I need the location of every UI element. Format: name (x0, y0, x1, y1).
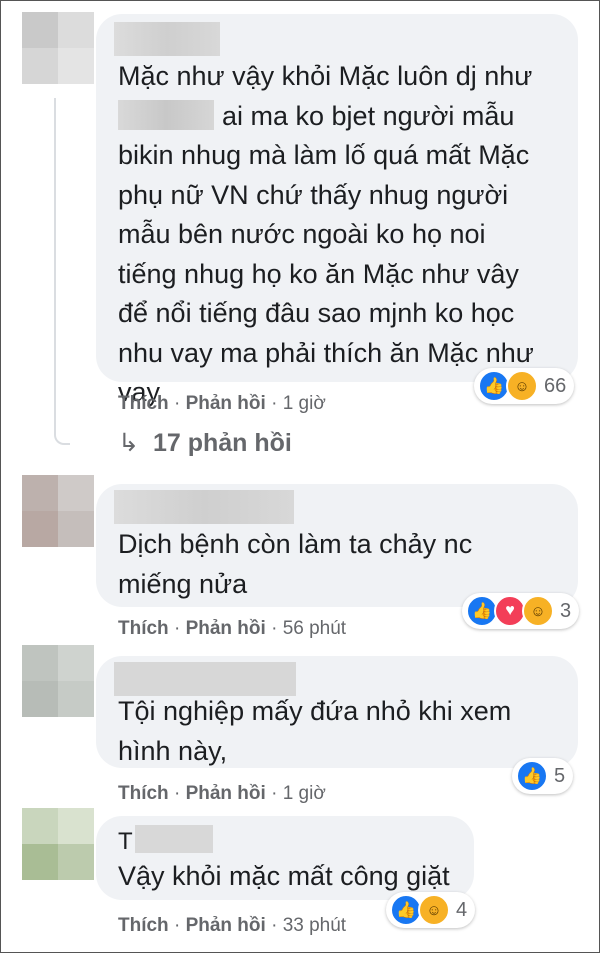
comment-text: Dịch bệnh còn làm ta chảy nc miếng nửa (118, 525, 472, 604)
comment-text: Tội nghiệp mấy đứa nhỏ khi xem hình này, (118, 692, 511, 771)
reaction-summary[interactable]: 👍 ☺ 4 (386, 892, 476, 928)
comment-line: phụ nữ VN chứ thấy nhug người (118, 179, 509, 210)
redacted-mention (118, 99, 214, 130)
separator: · (271, 915, 283, 936)
comment-line: tiếng nhug họ ko ăn Mặc như vây (118, 258, 519, 289)
haha-icon: ☺ (506, 370, 538, 402)
comment-line: bikin nhug mà làm lố quá mất Mặc (118, 140, 530, 170)
timestamp[interactable]: 1 giờ (283, 783, 326, 804)
avatar[interactable] (22, 645, 94, 717)
reply-button[interactable]: Phản hồi (186, 618, 266, 639)
comment-text: Vậy khỏi mặc mất công giặt (118, 857, 450, 897)
name-redaction (134, 825, 213, 853)
comment-line: Tội nghiệp mấy đứa nhỏ khi xem (118, 696, 512, 726)
commenter-name-redacted[interactable] (114, 662, 296, 696)
separator: · (271, 618, 283, 639)
timestamp[interactable]: 33 phút (283, 915, 346, 936)
reaction-count: 4 (456, 898, 468, 921)
comment-line: Dịch bệnh còn làm ta chảy nc (118, 529, 473, 559)
comment-line: nhu vay ma phải thích ăn Mặc như (118, 337, 534, 368)
reaction-count: 5 (554, 764, 566, 787)
comment-actions: Thích · Phản hồi · 1 giờ (118, 783, 326, 805)
reply-button[interactable]: Phản hồi (186, 783, 266, 804)
avatar[interactable] (22, 475, 94, 547)
reaction-summary[interactable]: 👍 ♥ ☺ 3 (462, 593, 580, 629)
separator: · (173, 783, 186, 804)
comment-line: ai ma ko bjet người mẫu (118, 97, 534, 137)
comment-line: mẫu bên nước ngoài ko họ noi (118, 219, 486, 249)
like-button[interactable]: Thích (118, 783, 169, 804)
avatar[interactable] (22, 12, 94, 84)
reaction-count: 3 (560, 599, 572, 622)
separator: · (173, 393, 186, 414)
commenter-name-redacted[interactable] (114, 22, 220, 56)
comment-line: Mặc như vậy khỏi Mặc luôn dj như (118, 61, 533, 91)
haha-icon: ☺ (418, 894, 450, 926)
comment-line: hình này, (118, 735, 228, 766)
separator: · (173, 618, 186, 639)
comment-line: để nổi tiếng đâu sao mjnh ko học (118, 298, 515, 328)
separator: · (271, 393, 283, 414)
view-replies-link[interactable]: ↳ 17 phản hồi (118, 428, 292, 458)
commenter-name[interactable]: T (118, 825, 213, 859)
reaction-summary[interactable]: 👍 ☺ 66 (474, 368, 575, 404)
like-button[interactable]: Thích (118, 915, 169, 936)
like-button[interactable]: Thích (118, 393, 169, 414)
like-button[interactable]: Thích (118, 618, 169, 639)
comment-actions: Thích · Phản hồi · 1 giờ (118, 393, 326, 415)
thread-line (54, 98, 70, 445)
reply-arrow-icon: ↳ (118, 429, 139, 457)
replies-count-label: 17 phản hồi (152, 429, 292, 457)
comment-line: miếng nửa (118, 568, 248, 599)
reaction-count: 66 (544, 374, 567, 397)
timestamp[interactable]: 1 giờ (283, 393, 326, 414)
separator: · (271, 783, 283, 804)
haha-icon: ☺ (522, 595, 554, 627)
comment-line: Vậy khỏi mặc mất công giặt (118, 861, 450, 891)
reaction-summary[interactable]: 👍 5 (512, 758, 574, 794)
reply-button[interactable]: Phản hồi (186, 915, 266, 936)
commenter-name-redacted[interactable] (114, 490, 294, 524)
timestamp[interactable]: 56 phút (283, 618, 346, 639)
separator: · (173, 915, 186, 936)
comment-actions: Thích · Phản hồi · 33 phút (118, 915, 346, 937)
like-icon: 👍 (516, 760, 548, 792)
reply-button[interactable]: Phản hồi (186, 393, 266, 414)
avatar[interactable] (22, 808, 94, 880)
comment-text: Mặc như vậy khỏi Mặc luôn dj như ai ma k… (118, 57, 534, 413)
comment-actions: Thích · Phản hồi · 56 phút (118, 618, 346, 640)
